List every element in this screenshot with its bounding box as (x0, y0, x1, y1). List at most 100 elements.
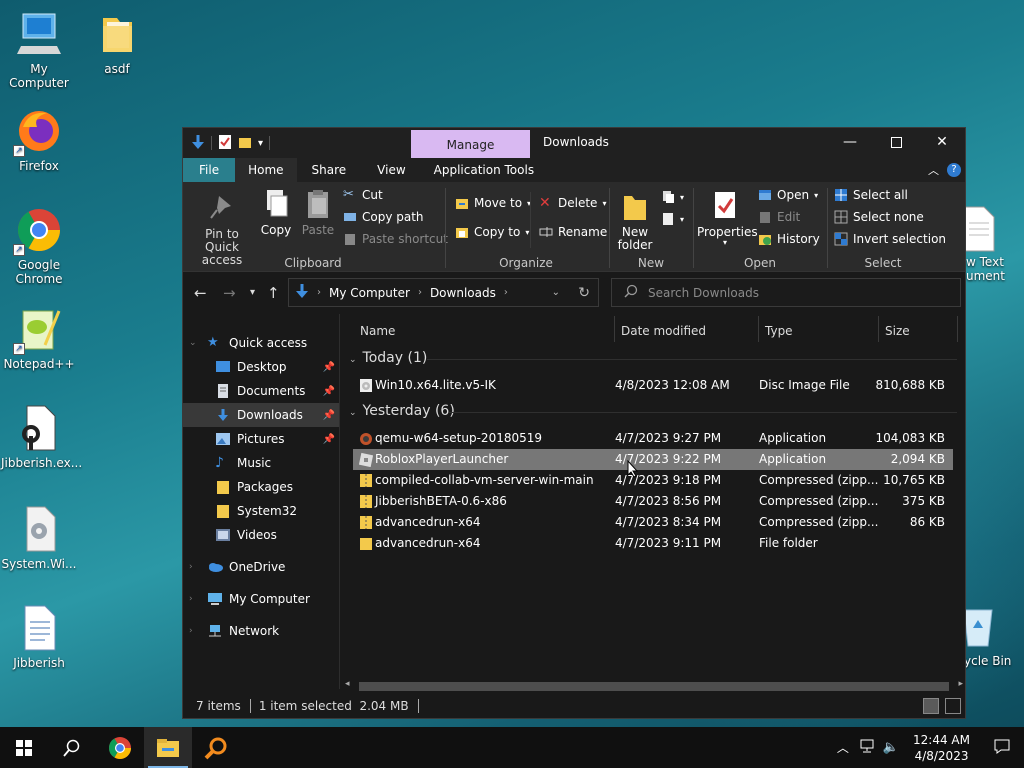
file-size: 10,765 KB (883, 473, 945, 487)
file-name: advancedrun-x64 (375, 515, 481, 529)
details-view-icon[interactable] (923, 698, 939, 714)
desktop-icon-chrome[interactable]: ↗ Google Chrome (1, 206, 77, 286)
up-arrow-icon[interactable]: ↑ (267, 284, 280, 302)
nav-item-videos[interactable]: Videos (183, 523, 339, 547)
desktop-icon-jibberish-exe[interactable]: Jibberish.ex... (1, 404, 82, 470)
chrome-icon: ↗ (13, 206, 63, 256)
nav-item-music[interactable]: ♪ Music (183, 451, 339, 475)
taskbar-chrome[interactable] (96, 727, 144, 768)
file-row[interactable]: advancedrun-x64 4/7/2023 9:11 PM File fo… (353, 533, 953, 554)
taskbar-search-app[interactable] (192, 727, 240, 768)
tab-view[interactable]: View (361, 158, 421, 182)
nav-item-system32[interactable]: System32 (183, 499, 339, 523)
desktop-icon-label: Notepad++ (3, 357, 75, 371)
chrome-icon (109, 736, 131, 759)
file-row[interactable]: qemu-w64-setup-20180519 4/7/2023 9:27 PM… (353, 428, 953, 449)
breadcrumb-downloads[interactable]: Downloads (430, 286, 496, 300)
desktop-icon-jibberish[interactable]: Jibberish (1, 604, 77, 670)
new-folder-qat-icon[interactable] (238, 135, 252, 152)
folder-icon (93, 10, 141, 58)
desktop-icon-asdf[interactable]: asdf (79, 10, 155, 76)
installer-icon (359, 431, 373, 446)
tab-home[interactable]: Home (235, 158, 297, 182)
desktop-icon-notepadpp[interactable]: ↗ Notepad++ (1, 305, 77, 371)
star-icon: ★ (207, 335, 219, 350)
chevron-right-icon[interactable]: › (189, 562, 193, 572)
chevron-down-icon: ⌄ (349, 355, 357, 365)
maximize-icon[interactable] (873, 128, 919, 156)
address-dropdown-icon[interactable]: ⌄ (552, 287, 560, 298)
scrollbar-thumb[interactable] (359, 682, 949, 691)
recent-locations-icon[interactable]: ▾ (250, 287, 255, 298)
nav-item-desktop[interactable]: Desktop 📌 (183, 355, 339, 379)
desktop-icon-my-computer[interactable]: My Computer (1, 10, 77, 90)
magnifier-app-icon (204, 737, 227, 759)
nav-my-computer[interactable]: › My Computer (183, 587, 339, 611)
volume-icon[interactable]: 🔈 (879, 740, 903, 755)
column-header-type[interactable]: Type (765, 324, 793, 338)
clock[interactable]: 12:44 AM 4/8/2023 (903, 732, 980, 764)
location-download-icon (295, 283, 309, 302)
collapse-ribbon-icon[interactable]: ︿ (928, 162, 939, 178)
clock-date: 4/8/2023 (914, 748, 969, 763)
nav-label: Pictures (237, 432, 285, 446)
show-hidden-icons-icon[interactable]: ︿ (831, 739, 855, 756)
contextual-tab-manage[interactable]: Manage (411, 130, 530, 158)
group-header-today[interactable]: ⌄ Today (1) (349, 350, 427, 366)
file-date: 4/7/2023 9:27 PM (615, 431, 722, 445)
network-tray-icon[interactable] (855, 739, 879, 756)
pinned-icon: 📌 (322, 361, 335, 373)
help-icon[interactable]: ? (947, 163, 961, 177)
chevron-down-icon[interactable]: ⌄ (189, 338, 197, 348)
tab-share[interactable]: Share (297, 158, 362, 182)
group-label-new: New (637, 256, 665, 270)
properties-qat-icon[interactable] (218, 134, 232, 153)
nav-item-pictures[interactable]: Pictures 📌 (183, 427, 339, 451)
scroll-right-icon[interactable]: ▸ (958, 679, 963, 689)
desktop-icon-label: Jibberish (13, 656, 65, 670)
file-row[interactable]: advancedrun-x64 4/7/2023 8:34 PM Compres… (353, 512, 953, 533)
nav-quick-access[interactable]: ⌄ ★ Quick access (183, 331, 339, 355)
file-row-selected[interactable]: RobloxPlayerLauncher 4/7/2023 9:22 PM Ap… (353, 449, 953, 470)
file-row[interactable]: Win10.x64.lite.v5-IK 4/8/2023 12:08 AM D… (353, 375, 953, 396)
download-arrow-icon[interactable] (191, 134, 205, 153)
group-header-yesterday[interactable]: ⌄ Yesterday (6) (349, 403, 455, 419)
chevron-right-icon[interactable]: › (189, 626, 193, 636)
address-bar[interactable]: › My Computer › Downloads › ⌄ ↻ (288, 278, 599, 307)
taskbar-file-explorer[interactable] (144, 727, 192, 768)
refresh-icon[interactable]: ↻ (578, 285, 590, 301)
file-name: qemu-w64-setup-20180519 (375, 431, 543, 445)
tab-file[interactable]: File (183, 158, 236, 182)
breadcrumb-my-computer[interactable]: My Computer (329, 286, 410, 300)
notifications-icon[interactable] (980, 738, 1024, 757)
horizontal-scrollbar[interactable]: ◂ ▸ (341, 679, 965, 693)
close-icon[interactable]: ✕ (919, 128, 965, 156)
desktop-icon-system-wi[interactable]: System.Wi... (1, 505, 77, 571)
nav-item-packages[interactable]: Packages (183, 475, 339, 499)
search-box[interactable]: Search Downloads (611, 278, 961, 307)
column-header-name[interactable]: Name (360, 324, 395, 338)
desktop-icon-firefox[interactable]: ↗ Firefox (1, 107, 77, 173)
nav-item-documents[interactable]: Documents 📌 (183, 379, 339, 403)
pictures-icon (215, 432, 231, 446)
tab-application-tools[interactable]: Application Tools (422, 158, 546, 182)
nav-label: Music (237, 456, 272, 470)
search-button[interactable] (48, 727, 96, 768)
scroll-left-icon[interactable]: ◂ (345, 679, 350, 689)
forward-arrow-icon[interactable]: → (223, 284, 236, 302)
pinned-icon: 📌 (322, 409, 335, 421)
nav-onedrive[interactable]: › OneDrive (183, 555, 339, 579)
customize-qat-icon[interactable]: ▾ (258, 138, 263, 149)
file-row[interactable]: JibberishBETA-0.6-x86 4/7/2023 8:56 PM C… (353, 491, 953, 512)
nav-item-downloads[interactable]: Downloads 📌 (183, 403, 339, 427)
start-button[interactable] (0, 727, 48, 768)
chevron-right-icon[interactable]: › (189, 594, 193, 604)
file-list: Name Date modified Type Size ⌄ Today (1) … (341, 314, 965, 689)
back-arrow-icon[interactable]: ← (194, 284, 207, 302)
nav-network[interactable]: › Network (183, 619, 339, 643)
minimize-icon[interactable]: — (827, 128, 873, 156)
file-row[interactable]: compiled-collab-vm-server-win-main 4/7/2… (353, 470, 953, 491)
large-icons-view-icon[interactable] (945, 698, 961, 714)
column-header-size[interactable]: Size (885, 324, 910, 338)
column-header-date-modified[interactable]: Date modified (621, 324, 706, 338)
